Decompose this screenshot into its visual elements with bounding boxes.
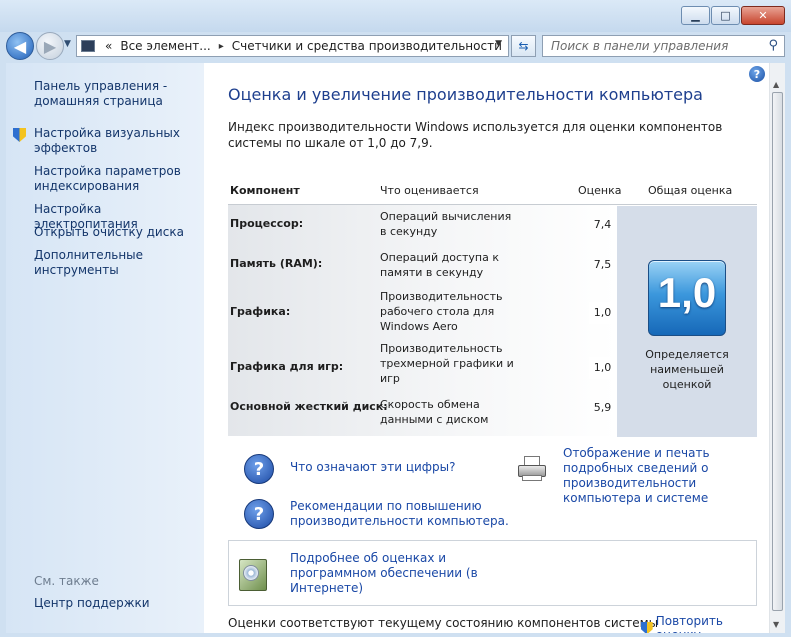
base-score-value: 1,0 [657,269,717,316]
header-overall: Общая оценка [648,184,733,197]
sidebar-item-indexing[interactable]: Настройка параметров индексирования [34,164,194,194]
search-icon[interactable]: ⚲ [768,38,778,53]
question-icon: ? [244,499,274,529]
maximize-button[interactable]: □ [711,6,740,25]
back-arrow-icon: ◀ [13,36,27,56]
close-button[interactable]: ✕ [741,6,785,25]
table-row: Графика для игр: Производительность трехм… [228,337,617,389]
rerun-assessment-label: Повторить оценку [655,614,723,633]
sidebar-item-action-center[interactable]: Центр поддержки [34,596,194,611]
scroll-down-icon[interactable]: ▼ [773,620,779,629]
intro-text: Индекс производительности Windows исполь… [228,120,723,150]
refresh-button[interactable]: ⇆ [511,35,536,57]
component-score: 1,0 [589,302,616,324]
printer-icon [516,455,548,481]
forward-button[interactable]: ▶ [36,32,64,60]
component-description: Производительность трехмерной графики и … [380,342,514,385]
print-details-link[interactable]: Отображение и печать подробных сведений … [563,446,763,506]
breadcrumb-item-all-items[interactable]: Все элемент... [120,39,210,53]
minimize-button[interactable]: ▁ [681,6,710,25]
component-description: Операций вычисления в секунду [380,210,512,238]
component-name: Графика для игр: [230,360,344,373]
table-body: Процессор: Операций вычисления в секунду 7… [228,205,617,436]
header-what: Что оценивается [380,184,479,197]
table-row: Основной жесткий диск: Скорость обмена да… [228,389,617,436]
component-name: Процессор: [230,217,304,230]
software-box-icon [237,553,271,593]
performance-tips-link[interactable]: Рекомендации по повышению производительн… [290,499,510,529]
page-title: Оценка и увеличение производительности к… [228,85,703,104]
scroll-up-icon[interactable]: ▲ [773,80,779,89]
title-bar: ▁ □ ✕ [0,0,791,32]
more-info-link[interactable]: Подробнее об оценках и программном обесп… [290,551,490,596]
sidebar-item-disk-cleanup[interactable]: Открыть очистку диска [34,225,194,240]
rerun-assessment-button[interactable]: Повторить оценку [641,614,769,633]
base-score-caption: Определяется наименьшей оценкой [645,348,729,391]
component-description: Скорость обмена данными с диском [380,398,489,426]
table-header: Компонент Что оценивается Оценка Общая о… [228,175,757,205]
table-row: Процессор: Операций вычисления в секунду 7… [228,205,617,245]
see-also-heading: См. также [34,574,99,588]
component-name: Память (RAM): [230,257,323,270]
component-score: 7,4 [593,218,612,231]
sidebar-item-visual-effects[interactable]: Настройка визуальных эффектов [34,126,194,156]
component-name: Основной жесткий диск: [230,400,388,413]
navigation-bar: ◀ ▶ ▼ « Все элемент... ▸ Счетчики и сред… [0,30,791,64]
what-numbers-link[interactable]: Что означают эти цифры? [290,460,490,475]
back-button[interactable]: ◀ [6,32,34,60]
breadcrumb-prefix[interactable]: « [105,39,112,53]
address-dropdown-icon[interactable]: ▼ [495,39,502,49]
window-controls: ▁ □ ✕ [680,6,785,25]
scroll-thumb[interactable] [772,92,783,611]
main-content: ? Оценка и увеличение производительности… [204,63,769,633]
breadcrumb-item-performance[interactable]: Счетчики и средства производительности [232,39,502,53]
component-score: 1,0 [589,357,616,379]
software-info-box: Подробнее об оценках и программном обесп… [228,540,757,606]
help-icon[interactable]: ? [749,66,765,82]
sidebar-item-home[interactable]: Панель управления - домашняя страница [34,79,194,109]
header-component: Компонент [230,184,300,197]
component-description: Производительность рабочего стола для Wi… [380,290,503,333]
table-row: Память (RAM): Операций доступа к памяти в… [228,245,617,285]
overall-score-panel: 1,0 Определяется наименьшей оценкой [617,206,757,437]
task-pane: Панель управления - домашняя страница На… [6,63,204,633]
performance-table: Компонент Что оценивается Оценка Общая о… [228,175,757,437]
component-name: Графика: [230,305,291,318]
base-score-badge: 1,0 [648,260,726,336]
forward-arrow-icon: ▶ [43,36,57,56]
address-bar[interactable]: « Все элемент... ▸ Счетчики и средства п… [76,35,509,57]
vertical-scrollbar[interactable]: ▲ ▼ [769,63,785,633]
shield-icon [641,621,653,633]
search-input[interactable]: Поиск в панели управления ⚲ [542,35,785,57]
search-placeholder: Поиск в панели управления [551,39,729,53]
sidebar-item-advanced-tools[interactable]: Дополнительные инструменты [34,248,194,278]
footer-status-text: Оценки соответствуют текущему состоянию … [228,616,659,630]
refresh-icon: ⇆ [518,39,529,53]
recent-pages-dropdown[interactable]: ▼ [64,39,71,49]
shield-icon [13,128,26,142]
table-row: Графика: Производительность рабочего стол… [228,285,617,337]
component-description: Операций доступа к памяти в секунду [380,251,499,279]
control-panel-icon [81,40,95,52]
component-score: 7,5 [593,258,612,271]
component-score: 5,9 [593,401,612,414]
header-score: Оценка [578,184,622,197]
question-icon: ? [244,454,274,484]
breadcrumb-separator[interactable]: ▸ [219,41,224,52]
